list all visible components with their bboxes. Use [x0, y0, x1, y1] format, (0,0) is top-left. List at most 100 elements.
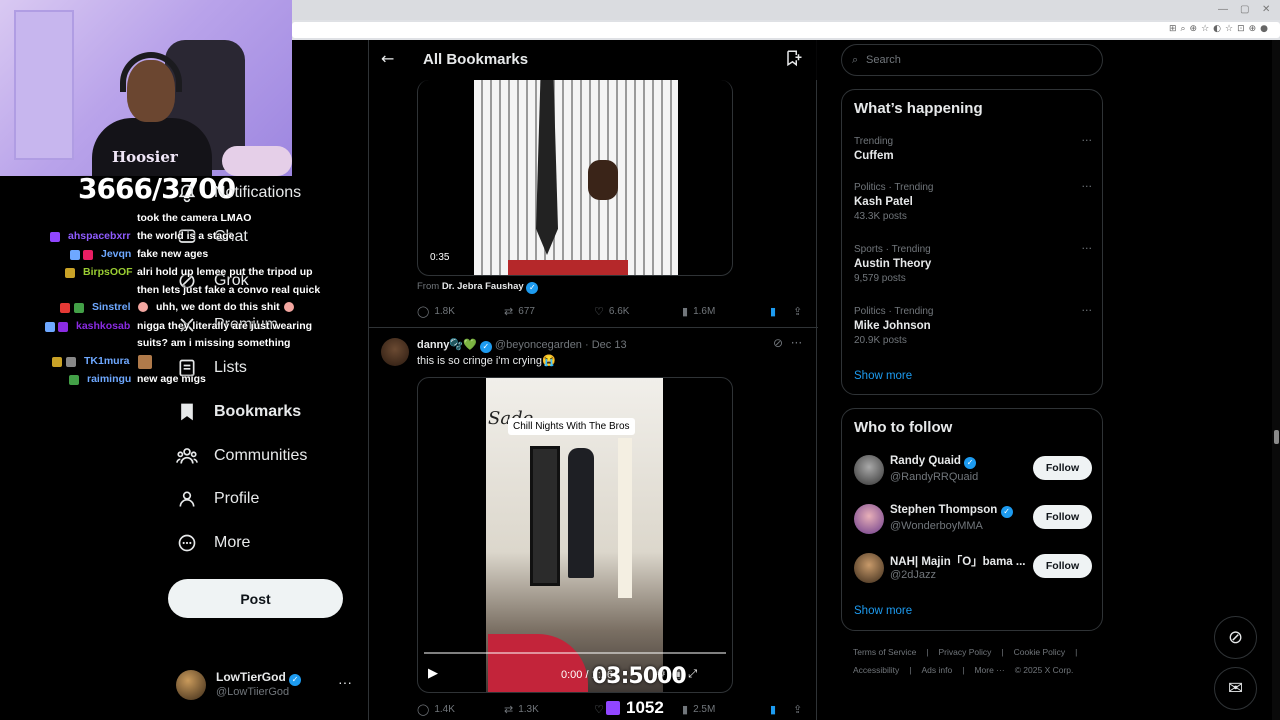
verified-icon: ✓ [289, 674, 302, 686]
chat-message: suits? am i missing something [137, 337, 291, 349]
chat-badge [60, 303, 70, 313]
trend-item[interactable]: Sports · Trending Austin Theory 9,579 po… [854, 242, 1093, 284]
ads-info-link[interactable]: Ads info [922, 665, 953, 675]
repost-button[interactable]: ⇄ 1.3K [504, 703, 539, 716]
terms-link[interactable]: Terms of Service [853, 647, 916, 657]
section-title: Who to follow [854, 419, 953, 436]
more-options-icon[interactable]: ··· [791, 336, 802, 350]
trend-item[interactable]: Politics · Trending Mike Johnson 20.9K p… [854, 304, 1093, 346]
more-options-icon[interactable]: ··· [1082, 180, 1093, 193]
account-handle: @WonderboyMMA [890, 520, 983, 532]
chat-badge [70, 250, 80, 260]
share-button[interactable]: ⇪ [793, 305, 802, 318]
chat-badge [66, 357, 76, 367]
chat-username: kashkosab [76, 320, 131, 332]
page-scrollbar[interactable] [1272, 40, 1280, 720]
profile-icon [176, 488, 198, 510]
grok-float-button[interactable]: ⊘ [1214, 616, 1257, 659]
author-handle[interactable]: @beyoncegarden [495, 339, 582, 351]
background-door [14, 10, 74, 160]
views-button[interactable]: ▮ 2.5M [682, 703, 715, 716]
show-more-link[interactable]: Show more [854, 605, 912, 617]
account-name: Randy Quaid [890, 455, 961, 467]
grok-icon[interactable]: ⊘ [773, 336, 783, 350]
new-folder-icon[interactable] [785, 49, 803, 71]
account-switcher[interactable]: LowTierGod ✓ @LowTiierGod ··· [176, 668, 356, 702]
avatar [854, 455, 884, 485]
more-options-icon[interactable]: ··· [1082, 242, 1093, 255]
bookmark-button[interactable]: ▮ [770, 703, 776, 716]
chat-message: fake new ages [137, 248, 209, 260]
tweet1-source[interactable]: From Dr. Jebra Faushay ✓ [417, 281, 539, 294]
post-button[interactable]: Post [168, 579, 343, 618]
bookmark-button[interactable]: ▮ [770, 305, 776, 318]
accessibility-link[interactable]: Accessibility [853, 665, 899, 675]
close-icon[interactable]: ✕ [1262, 4, 1270, 15]
address-bar[interactable] [292, 22, 1280, 38]
nav-label: Lists [214, 359, 247, 376]
footer-separator: | [1075, 647, 1078, 657]
video-hand [588, 160, 618, 200]
share-button[interactable]: ⇪ [793, 703, 802, 716]
whats-happening-panel: What’s happening Trending Cuffem ··· Pol… [841, 89, 1103, 395]
chat-username: raimingu [87, 373, 132, 385]
tweet1-video[interactable]: 0:35 [417, 80, 733, 276]
source-name: Dr. Jebra Faushay [441, 281, 524, 292]
reply-button[interactable]: ◯ 1.8K [417, 305, 455, 318]
messages-float-button[interactable]: ✉ [1214, 667, 1257, 710]
more-link[interactable]: More ··· [974, 665, 1004, 675]
repost-button[interactable]: ⇄ 677 [504, 305, 535, 318]
like-button[interactable]: ♡ 6.6K [594, 305, 629, 318]
privacy-link[interactable]: Privacy Policy [939, 647, 992, 657]
play-icon[interactable]: ▶ [428, 666, 438, 681]
follow-suggestion[interactable]: Randy Quaid ✓ @RandyRRQuaid Follow [854, 453, 1092, 489]
emote-icon [138, 355, 152, 369]
browser-toolbar-icons[interactable]: ⊞⌕⊕☆◐☆⊡⊕● [1169, 24, 1272, 34]
nav-communities[interactable]: Communities [176, 445, 307, 467]
nav-more[interactable]: More [176, 532, 250, 554]
video-scrubber[interactable] [424, 652, 726, 654]
scrollbar-thumb[interactable] [1274, 430, 1279, 444]
tweet2-video[interactable]: Sade Chill Nights With The Bros ▶ 0:00 /… [417, 377, 733, 693]
share-icon: ⇪ [793, 305, 803, 318]
maximize-icon[interactable]: ▢ [1240, 4, 1249, 15]
more-options-icon[interactable]: ··· [338, 674, 352, 690]
communities-icon [176, 445, 198, 467]
chat-message: took the camera LMAO [137, 212, 252, 224]
trend-item[interactable]: Trending Cuffem ··· [854, 134, 1093, 162]
avatar [176, 670, 206, 700]
back-arrow-icon[interactable]: ← [381, 49, 394, 68]
show-more-link[interactable]: Show more [854, 370, 912, 382]
chat-badge [83, 250, 93, 260]
nav-notifications[interactable]: Notifications [176, 182, 301, 204]
share-icon: ⇪ [793, 703, 803, 716]
search-box[interactable]: ⌕ [841, 44, 1103, 76]
more-options-icon[interactable]: ··· [1082, 304, 1093, 317]
shirt-print: Hoosier [112, 148, 178, 166]
avatar[interactable] [381, 338, 409, 366]
chat-message: then lets just fake a convo real quick [137, 284, 321, 296]
trend-item[interactable]: Politics · Trending Kash Patel 43.3K pos… [854, 180, 1093, 222]
nav-profile[interactable]: Profile [176, 488, 259, 510]
like-button[interactable]: ♡ [594, 703, 604, 716]
streamer-body [92, 118, 212, 176]
minimize-icon[interactable]: — [1218, 4, 1228, 15]
tweet-date[interactable]: Dec 13 [592, 339, 627, 351]
bell-icon [176, 182, 198, 204]
follow-suggestion[interactable]: Stephen Thompson ✓ @WonderboyMMA Follow [854, 502, 1092, 538]
reply-button[interactable]: ◯ 1.4K [417, 703, 455, 716]
author-name[interactable]: danny🫧💚 [417, 339, 477, 351]
views-button[interactable]: ▮ 1.6M [682, 305, 715, 318]
viewer-count: 1052 [606, 698, 664, 718]
chat-username: BirpsOOF [83, 266, 133, 278]
follow-button[interactable]: Follow [1033, 554, 1092, 578]
follow-suggestion[interactable]: NAH| Majin「O」bama ... @2dJazz Follow [854, 551, 1092, 587]
follow-button[interactable]: Follow [1033, 505, 1092, 529]
follow-button[interactable]: Follow [1033, 456, 1092, 480]
more-options-icon[interactable]: ··· [1082, 134, 1093, 147]
search-input[interactable] [866, 51, 1086, 69]
cookie-link[interactable]: Cookie Policy [1014, 647, 1066, 657]
chat-badge [52, 357, 62, 367]
nav-bookmarks[interactable]: Bookmarks [176, 401, 301, 423]
verified-icon: ✓ [964, 457, 977, 469]
